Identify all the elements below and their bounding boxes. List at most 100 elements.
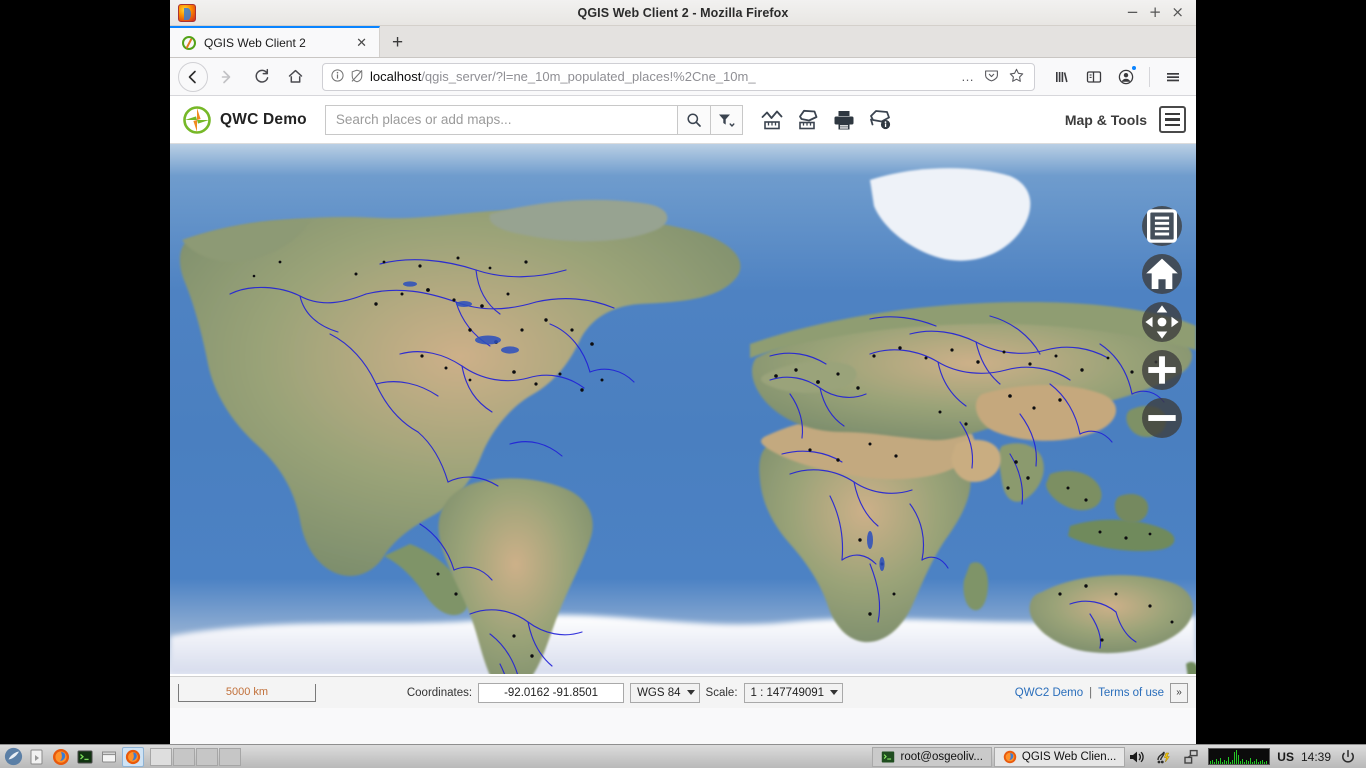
pan-locate-button[interactable] — [1142, 302, 1182, 342]
browser-tab[interactable]: QGIS Web Client 2 ✕ — [170, 26, 380, 57]
close-button[interactable]: × — [1171, 5, 1184, 20]
measure-length-icon[interactable] — [757, 105, 787, 135]
expand-status-button[interactable]: » — [1169, 682, 1188, 703]
home-button[interactable] — [280, 62, 310, 92]
app-menu-button[interactable] — [1159, 106, 1186, 133]
firefox-icon — [125, 749, 141, 764]
map-controls — [1142, 206, 1182, 438]
window-titlebar: QGIS Web Client 2 - Mozilla Firefox − + … — [170, 0, 1196, 26]
measure-area-icon[interactable] — [793, 105, 823, 135]
menu-launcher[interactable] — [2, 747, 24, 767]
minus-icon — [1148, 415, 1176, 421]
workspace-4[interactable] — [219, 747, 241, 766]
firefox-icon — [178, 3, 196, 22]
reload-button[interactable] — [246, 62, 276, 92]
reader-view-icon[interactable] — [982, 68, 1001, 86]
layers-legend-button[interactable] — [1142, 206, 1182, 246]
cpu-graph-icon[interactable] — [1208, 748, 1271, 765]
files-launcher[interactable] — [26, 747, 48, 767]
workspace-1[interactable] — [150, 747, 172, 766]
search-button[interactable] — [676, 104, 711, 135]
map-viewport[interactable] — [170, 144, 1196, 674]
map-tool-buttons — [757, 105, 895, 135]
scale-select[interactable]: 1 : 147749091 — [743, 682, 844, 703]
window-icon — [102, 751, 116, 762]
firefox-icon — [53, 748, 69, 765]
account-icon[interactable] — [1111, 62, 1141, 92]
file-manager-icon — [30, 749, 43, 764]
shield-crossed-icon[interactable] — [350, 69, 364, 86]
menu-line — [1165, 118, 1180, 121]
url-path: /qgis_server/?l=ne_10m_populated_places!… — [421, 69, 756, 84]
search-filter-button[interactable] — [710, 104, 743, 135]
new-tab-button[interactable]: + — [380, 29, 415, 57]
chevron-down-icon — [686, 690, 695, 695]
page-actions-icon[interactable]: … — [959, 69, 976, 84]
menu-line — [1165, 123, 1180, 127]
zoom-in-button[interactable] — [1142, 350, 1182, 390]
arrow-left-icon — [188, 70, 196, 83]
tab-strip: QGIS Web Client 2 ✕ + — [170, 26, 1196, 58]
map-tools-button[interactable]: Map & Tools — [1065, 112, 1147, 128]
keyboard-layout-indicator[interactable]: US — [1277, 750, 1294, 764]
library-icon[interactable] — [1047, 62, 1077, 92]
clock[interactable]: 14:39 — [1301, 750, 1331, 764]
zoom-out-button[interactable] — [1142, 398, 1182, 438]
window-list-launcher[interactable] — [98, 747, 120, 767]
volume-icon[interactable] — [1127, 747, 1147, 767]
menu-line — [1165, 112, 1180, 116]
coordinates-value[interactable]: -92.0162 -91.8501 — [478, 682, 625, 703]
maximize-button[interactable]: + — [1149, 5, 1162, 20]
compass-rose-logo — [182, 105, 212, 135]
four-arrows-icon — [1145, 305, 1179, 339]
taskbar-window-terminal[interactable]: root@osgeoliv... — [872, 746, 992, 767]
search-input[interactable] — [335, 112, 667, 127]
workspace-pager[interactable] — [150, 747, 241, 766]
reload-icon — [255, 68, 268, 83]
terms-of-use-link[interactable]: Terms of use — [1098, 687, 1164, 699]
info-icon[interactable] — [331, 68, 344, 85]
taskbar-window-firefox[interactable]: QGIS Web Clien... — [993, 746, 1126, 767]
star-icon[interactable] — [1007, 68, 1026, 86]
hamburger-menu-icon[interactable] — [1158, 62, 1188, 92]
url-bar[interactable]: localhost/qgis_server/?l=ne_10m_populate… — [322, 62, 1035, 91]
identify-icon[interactable] — [865, 105, 895, 135]
sidebar-icon[interactable] — [1079, 62, 1109, 92]
tab-title: QGIS Web Client 2 — [204, 35, 306, 50]
firefox-launcher[interactable] — [50, 747, 72, 767]
close-icon[interactable]: ✕ — [352, 35, 371, 51]
url-host: localhost — [370, 69, 422, 84]
workspace-switcher-icon[interactable] — [1181, 747, 1201, 767]
app-logo[interactable]: QWC Demo — [182, 105, 307, 135]
qwc-topbar: QWC Demo Search places or add maps... Ma… — [170, 96, 1196, 144]
workspace-3[interactable] — [196, 747, 218, 766]
power-button-icon[interactable] — [1338, 747, 1358, 767]
back-button[interactable] — [178, 61, 208, 92]
qwc-application: QWC Demo Search places or add maps... Ma… — [170, 96, 1196, 708]
crs-value: WGS 84 — [637, 686, 681, 699]
home-extent-button[interactable] — [1142, 254, 1182, 294]
terminal-icon — [77, 750, 93, 763]
home-icon — [1146, 258, 1178, 289]
search-widget — [324, 104, 743, 135]
account-badge — [1131, 64, 1137, 71]
osgeo-icon — [4, 747, 22, 766]
power-plug-icon[interactable] — [1154, 747, 1174, 767]
home-icon — [288, 69, 302, 83]
forward-button[interactable] — [212, 62, 242, 92]
world-map-canvas[interactable] — [170, 144, 1196, 674]
search-input-wrapper[interactable] — [324, 104, 677, 135]
brand-title: QWC Demo — [220, 110, 307, 128]
coordinates-label: Coordinates: — [406, 686, 473, 699]
terminal-launcher[interactable] — [74, 747, 96, 767]
chevron-down-icon — [830, 690, 839, 695]
print-icon[interactable] — [829, 105, 859, 135]
url-text[interactable]: localhost/qgis_server/?l=ne_10m_populate… — [370, 69, 953, 84]
workspace-2[interactable] — [173, 747, 195, 766]
new-zealand — [1186, 661, 1196, 674]
minimize-button[interactable]: − — [1126, 5, 1139, 20]
crs-select[interactable]: WGS 84 — [630, 682, 700, 703]
firefox-window-launcher[interactable] — [122, 746, 144, 767]
qgis-favicon — [182, 35, 196, 50]
qwc2-demo-link[interactable]: QWC2 Demo — [1015, 687, 1083, 699]
